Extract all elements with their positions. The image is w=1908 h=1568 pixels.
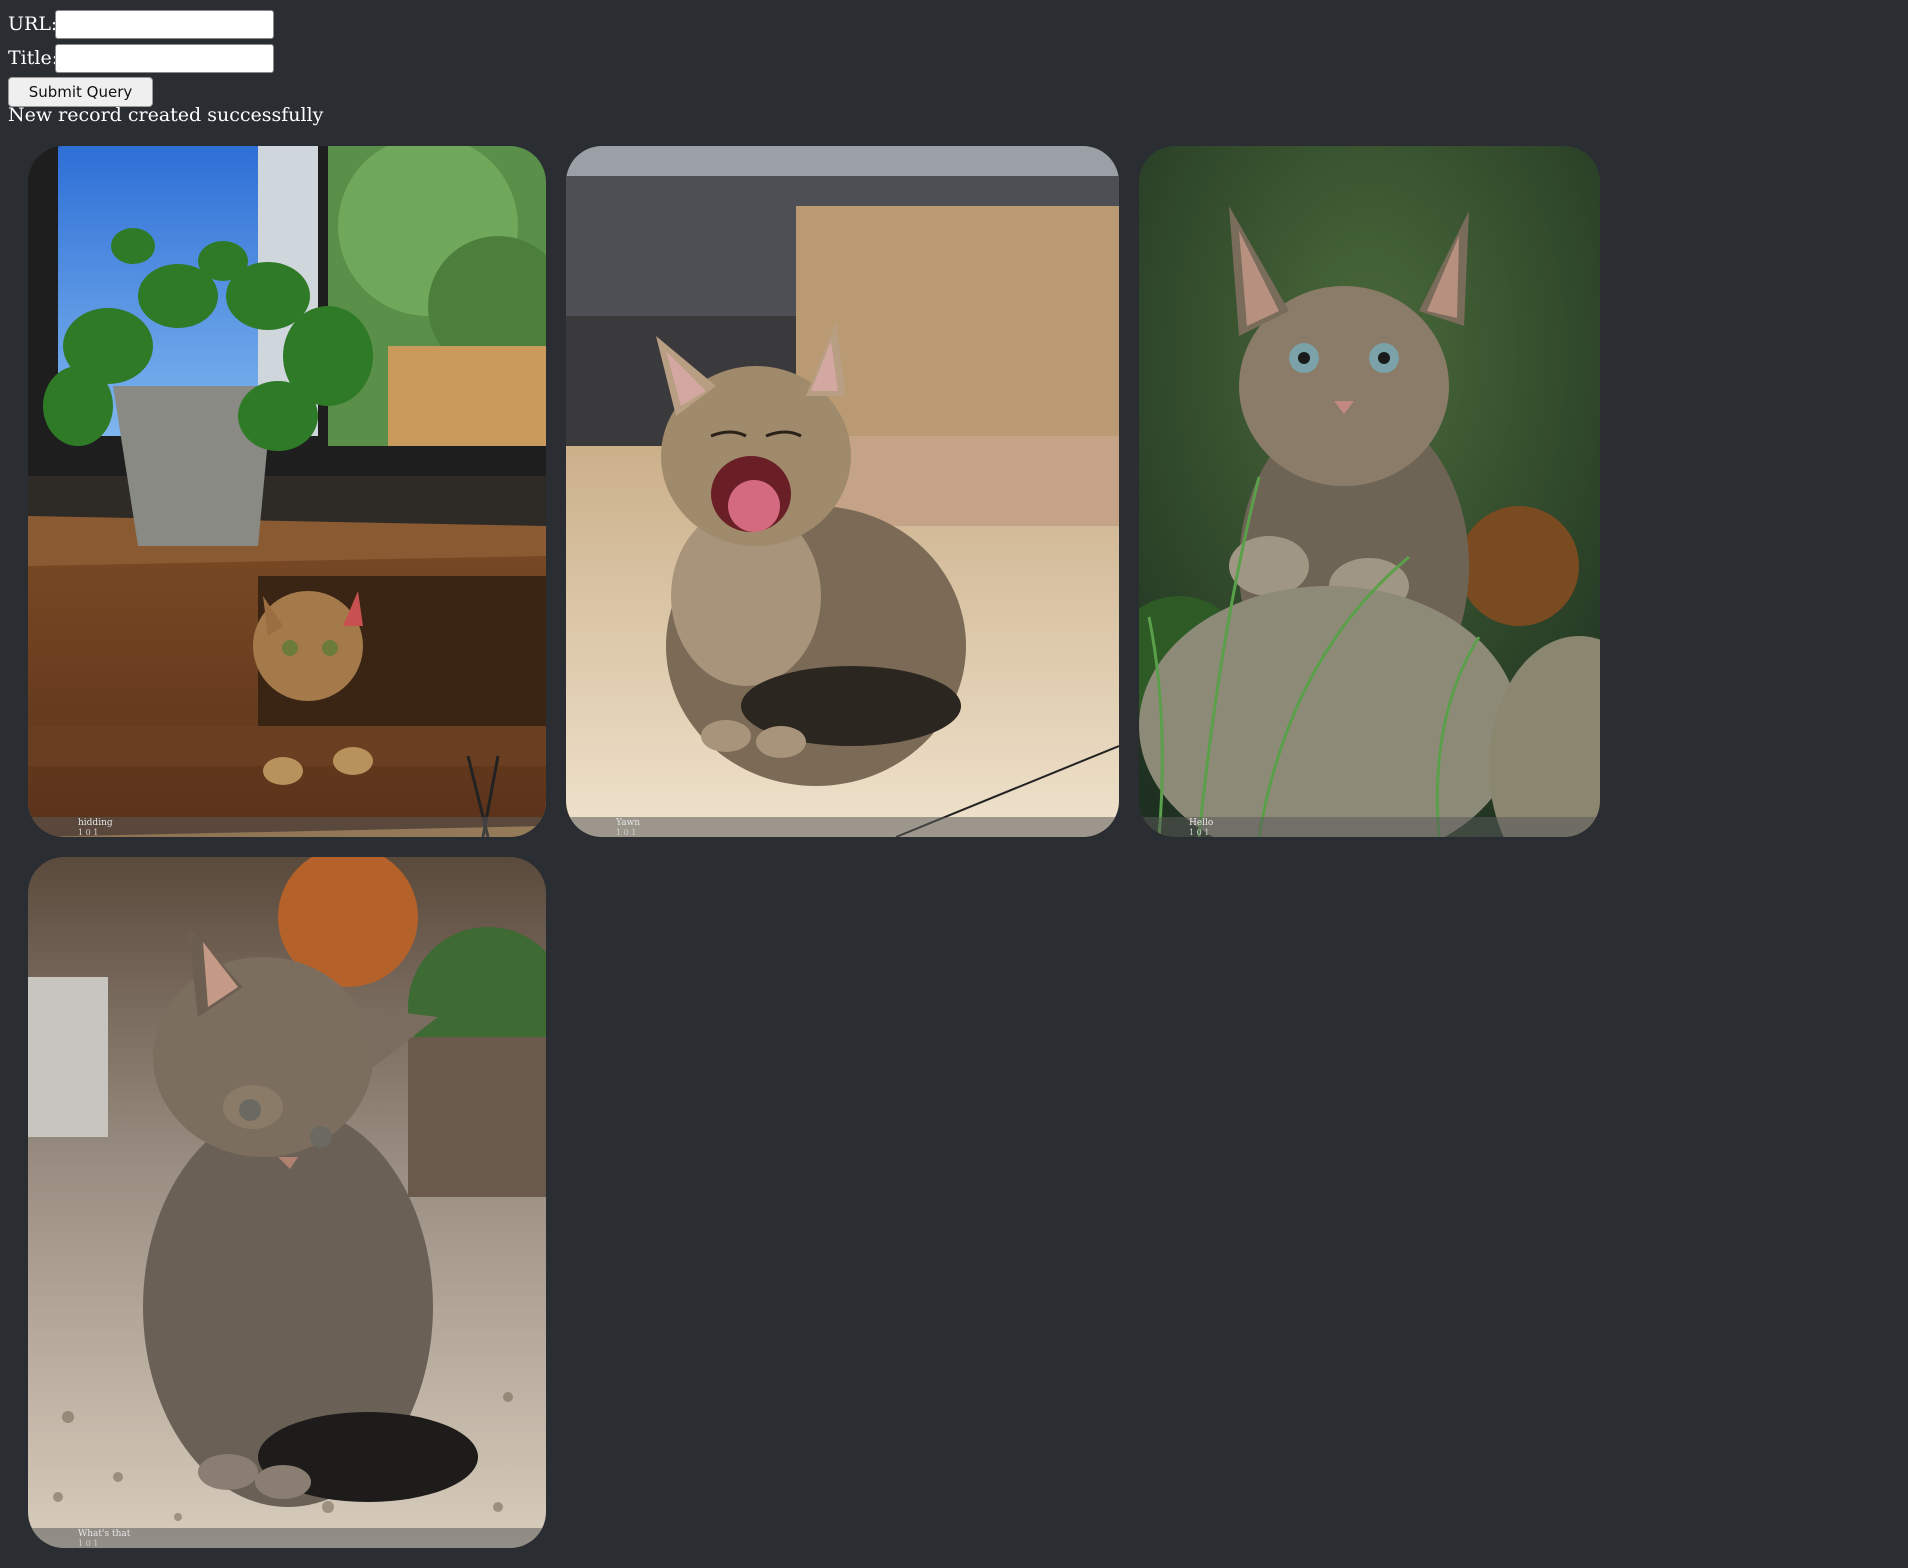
card-caption: Yawn 1 0 1 bbox=[566, 817, 1119, 837]
card-title: Yawn bbox=[616, 818, 641, 828]
kitten-hello-photo bbox=[1139, 146, 1600, 837]
status-message: New record created successfully bbox=[8, 104, 324, 126]
card-meta: 1 0 1 bbox=[1189, 828, 1210, 837]
card-caption: What's that 1 0 1 bbox=[28, 1528, 546, 1548]
photo-card[interactable]: Hello 1 0 1 bbox=[1139, 146, 1600, 837]
title-row: Title: bbox=[8, 41, 274, 75]
card-title: Hello bbox=[1189, 818, 1214, 828]
submit-button[interactable]: Submit Query bbox=[8, 77, 153, 107]
url-input[interactable] bbox=[55, 9, 274, 39]
url-row: URL: bbox=[8, 7, 274, 41]
kitten-yawn-photo bbox=[566, 146, 1119, 837]
card-title: What's that bbox=[78, 1529, 131, 1539]
photo-card[interactable]: hidding 1 0 1 bbox=[28, 146, 546, 837]
kitten-hiding-photo bbox=[28, 146, 546, 837]
card-caption: hidding 1 0 1 bbox=[28, 817, 546, 837]
card-meta: 1 0 1 bbox=[78, 1539, 99, 1548]
card-caption: Hello 1 0 1 bbox=[1139, 817, 1600, 837]
photo-card[interactable]: Yawn 1 0 1 bbox=[566, 146, 1119, 837]
record-form: URL: Title: Submit Query bbox=[8, 7, 274, 107]
card-title: hidding bbox=[78, 818, 113, 828]
photo-card[interactable]: What's that 1 0 1 bbox=[28, 857, 546, 1548]
title-label: Title: bbox=[8, 47, 59, 69]
card-meta: 1 0 1 bbox=[78, 828, 99, 837]
card-meta: 1 0 1 bbox=[616, 828, 637, 837]
url-label: URL: bbox=[8, 13, 58, 35]
kitten-whats-that-photo bbox=[28, 857, 546, 1548]
title-input[interactable] bbox=[55, 43, 274, 73]
